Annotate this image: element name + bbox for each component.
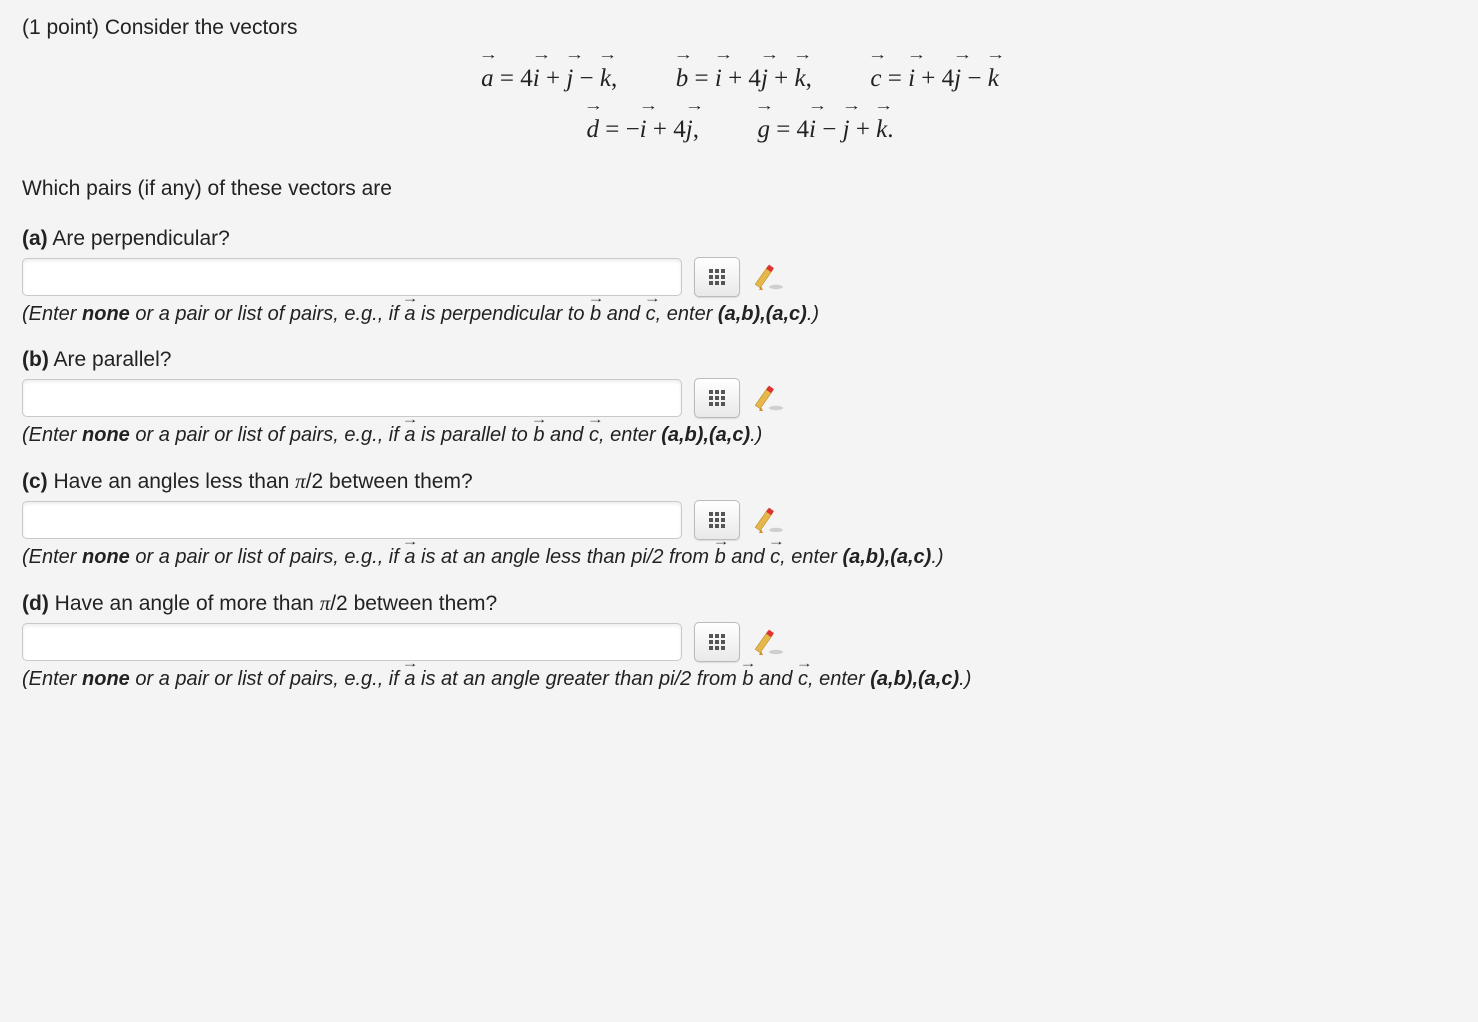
grid-icon xyxy=(709,390,725,406)
part-d: (d) Have an angle of more than π/2 betwe… xyxy=(22,591,1458,691)
part-c-input[interactable] xyxy=(22,501,682,539)
part-c-label: (c) Have an angles less than π/2 between… xyxy=(22,469,1458,494)
part-c: (c) Have an angles less than π/2 between… xyxy=(22,469,1458,569)
vector-equations: a = 4i + j − k, b = i + 4j + k, c = i + … xyxy=(22,58,1458,151)
part-a-answer-row xyxy=(22,257,1458,297)
grid-icon xyxy=(709,512,725,528)
edit-pencil-icon[interactable] xyxy=(752,502,788,538)
part-a-hint: (Enter none or a pair or list of pairs, … xyxy=(22,303,1458,326)
points-label: (1 point) xyxy=(22,16,99,39)
part-d-input[interactable] xyxy=(22,623,682,661)
part-a-input[interactable] xyxy=(22,258,682,296)
edit-pencil-icon[interactable] xyxy=(752,259,788,295)
part-c-hint: (Enter none or a pair or list of pairs, … xyxy=(22,546,1458,569)
equation-line-1: a = 4i + j − k, b = i + 4j + k, c = i + … xyxy=(22,58,1458,101)
grid-icon xyxy=(709,269,725,285)
edit-pencil-icon[interactable] xyxy=(752,380,788,416)
which-pairs-text: Which pairs (if any) of these vectors ar… xyxy=(22,177,1458,201)
part-b-input[interactable] xyxy=(22,379,682,417)
keypad-button[interactable] xyxy=(694,622,740,662)
intro-text: Consider the vectors xyxy=(105,16,298,39)
part-d-label: (d) Have an angle of more than π/2 betwe… xyxy=(22,591,1458,616)
equation-line-2: d = −i + 4j, g = 4i − j + k. xyxy=(22,109,1458,152)
part-d-hint: (Enter none or a pair or list of pairs, … xyxy=(22,668,1458,691)
part-c-answer-row xyxy=(22,500,1458,540)
part-b-answer-row xyxy=(22,378,1458,418)
problem-container: (1 point) Consider the vectors a = 4i + … xyxy=(0,0,1478,725)
edit-pencil-icon[interactable] xyxy=(752,624,788,660)
grid-icon xyxy=(709,634,725,650)
keypad-button[interactable] xyxy=(694,257,740,297)
part-a: (a) Are perpendicular? (Ent xyxy=(22,227,1458,326)
part-b-label: (b) Are parallel? xyxy=(22,348,1458,372)
part-b-hint: (Enter none or a pair or list of pairs, … xyxy=(22,424,1458,447)
keypad-button[interactable] xyxy=(694,378,740,418)
part-a-label: (a) Are perpendicular? xyxy=(22,227,1458,251)
part-b: (b) Are parallel? (Enter no xyxy=(22,348,1458,447)
problem-intro: (1 point) Consider the vectors xyxy=(22,16,1458,40)
